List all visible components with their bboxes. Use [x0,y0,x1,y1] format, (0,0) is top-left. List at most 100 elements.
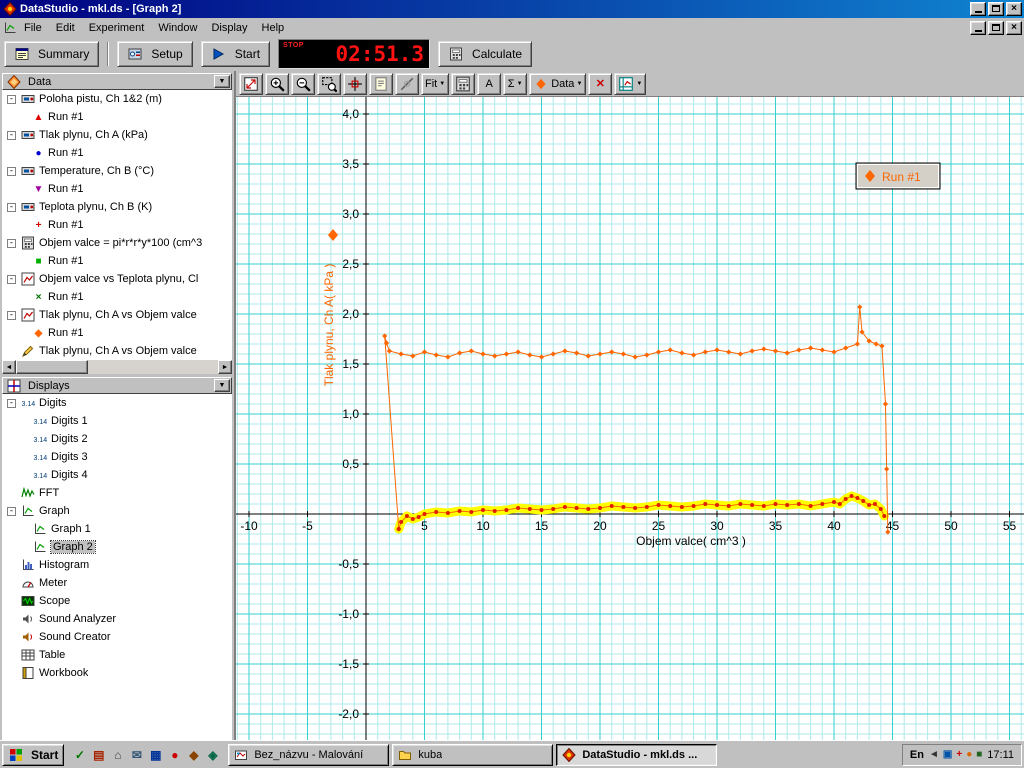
antivirus-icon[interactable]: + [956,749,962,760]
calculate-button[interactable]: Calculate [438,41,532,67]
scrollbar-track[interactable] [16,360,218,374]
display-item-digits-1[interactable]: 3.14Digits 1 [2,412,232,430]
scroll-right-button[interactable]: ► [218,360,232,374]
statistics-menu-button[interactable]: Σ▼ [503,73,527,95]
tree-expander[interactable]: - [7,239,16,248]
task-check-icon[interactable]: ✓ [71,746,88,764]
legend[interactable]: Run #1 [856,163,940,189]
document-window-icon[interactable] [2,20,17,35]
zoom-out-button[interactable] [291,73,315,95]
spreadsheet-icon[interactable]: ▦ [147,746,164,764]
data-run-2[interactable]: ▼Run #1 [2,180,232,198]
network-icon[interactable]: ■ [976,749,982,760]
display-item-digits-3[interactable]: 3.14Digits 3 [2,448,232,466]
summary-button[interactable]: Summary [4,41,99,67]
slope-tool-button[interactable] [395,73,419,95]
smart-tool-button[interactable] [343,73,367,95]
graph-plot-area[interactable]: -10-55101520253035404550554,03,53,02,52,… [236,97,1024,740]
menu-display[interactable]: Display [204,19,254,37]
zoom-select-button[interactable] [317,73,341,95]
scrollbar-thumb[interactable] [16,360,88,374]
zoom-in-button[interactable] [265,73,289,95]
calculate-tool-button[interactable] [451,73,475,95]
display-item-digits-4[interactable]: 3.14Digits 4 [2,466,232,484]
display-item-sound-creator[interactable]: Sound Creator [2,628,232,646]
tree-expander[interactable]: - [7,167,16,176]
menu-experiment[interactable]: Experiment [82,19,152,37]
data-menu-button[interactable]: Data▼ [529,73,586,95]
tree-expander[interactable]: - [7,507,16,516]
display-item-scope[interactable]: Scope [2,592,232,610]
digits-icon: 3.14 [20,396,35,410]
data-run-3[interactable]: +Run #1 [2,216,232,234]
start-button[interactable]: Start [201,41,270,67]
setup-button[interactable]: Setup [117,41,192,67]
display-item-graph[interactable]: -Graph [2,502,232,520]
tools-icon[interactable]: ◈ [204,746,221,764]
data-panel-dropdown-button[interactable]: ▼ [214,75,230,88]
note-tool-button[interactable] [369,73,393,95]
minimize-button[interactable] [970,2,986,16]
mail-icon[interactable]: ✉ [128,746,145,764]
data-item-objem-valce-pi-r-r-y-100-cm-3-4[interactable]: -Objem valce = pi*r*r*y*100 (cm^3 [2,234,232,252]
child-minimize-button[interactable] [970,21,986,35]
fit-menu-button[interactable]: Fit▼ [421,73,449,95]
player-icon[interactable]: ◆ [185,746,202,764]
data-item-teplota-plynu-ch-b-k-3[interactable]: -Teplota plynu, Ch B (K) [2,198,232,216]
text-tool-button[interactable]: A [477,73,501,95]
home-icon[interactable]: ⌂ [109,746,126,764]
tree-expander[interactable]: - [7,203,16,212]
display-item-fft[interactable]: FFT [2,484,232,502]
document-icon[interactable]: ▤ [90,746,107,764]
menu-help[interactable]: Help [255,19,292,37]
scale-to-fit-button[interactable] [239,73,263,95]
task-bez-n-zvu-malov-n[interactable]: Bez_názvu - Malování [228,744,389,766]
menu-file[interactable]: File [17,19,49,37]
tree-expander[interactable]: - [7,275,16,284]
display-item-histogram[interactable]: Histogram [2,556,232,574]
display-item-workbook[interactable]: Workbook [2,664,232,682]
menu-window[interactable]: Window [151,19,204,37]
close-button[interactable]: × [1006,2,1022,16]
data-item-tlak-plynu-ch-a-kpa-1[interactable]: -Tlak plynu, Ch A (kPa) [2,126,232,144]
data-item-objem-valce-vs-teplota-plynu-cl-5[interactable]: -Objem valce vs Teplota plynu, Cl [2,270,232,288]
browser-icon[interactable]: ● [166,746,183,764]
keyboard-layout-indicator[interactable]: En [910,749,924,761]
data-item-temperature-ch-b-c-2[interactable]: -Temperature, Ch B (°C) [2,162,232,180]
display-icon[interactable]: ▣ [943,749,952,760]
child-restore-button[interactable] [988,21,1004,35]
data-run-4[interactable]: ■Run #1 [2,252,232,270]
graph-settings-button[interactable]: ▼ [614,73,646,95]
start-menu-button[interactable]: Start [2,744,64,766]
data-item-tlak-plynu-ch-a-vs-objem-valce-7[interactable]: Tlak plynu, Ch A vs Objem valce [2,342,232,360]
child-close-button[interactable]: × [1006,21,1022,35]
menu-edit[interactable]: Edit [49,19,82,37]
data-run-6[interactable]: ◆Run #1 [2,324,232,342]
graph-canvas[interactable]: -10-55101520253035404550554,03,53,02,52,… [236,97,1024,740]
display-item-table[interactable]: Table [2,646,232,664]
display-item-graph-1[interactable]: Graph 1 [2,520,232,538]
data-run-5[interactable]: ×Run #1 [2,288,232,306]
display-item-graph-2[interactable]: Graph 2 [2,538,232,556]
delete-button[interactable]: ✕ [588,73,612,95]
task-datastudio-mkl-ds[interactable]: DataStudio - mkl.ds ... [556,744,717,766]
display-item-meter[interactable]: Meter [2,574,232,592]
task-kuba[interactable]: kuba [392,744,553,766]
data-run-1[interactable]: ●Run #1 [2,144,232,162]
data-tree-hscrollbar[interactable]: ◄ ► [2,360,232,374]
data-item-tlak-plynu-ch-a-vs-objem-valce-6[interactable]: -Tlak plynu, Ch A vs Objem valce [2,306,232,324]
scroll-left-button[interactable]: ◄ [2,360,16,374]
tree-expander[interactable]: - [7,131,16,140]
tree-expander[interactable]: - [7,311,16,320]
volume-icon[interactable]: ◄ [929,749,939,760]
maximize-button[interactable] [988,2,1004,16]
tree-expander[interactable]: - [7,95,16,104]
tree-expander[interactable]: - [7,399,16,408]
display-item-sound-analyzer[interactable]: Sound Analyzer [2,610,232,628]
data-item-poloha-pistu-ch-1-2-m-0[interactable]: -Poloha pistu, Ch 1&2 (m) [2,90,232,108]
scheduler-icon[interactable]: ● [966,749,972,760]
displays-panel-dropdown-button[interactable]: ▼ [214,379,230,392]
display-item-digits-2[interactable]: 3.14Digits 2 [2,430,232,448]
display-item-digits[interactable]: -3.14Digits [2,394,232,412]
data-run-0[interactable]: ▲Run #1 [2,108,232,126]
